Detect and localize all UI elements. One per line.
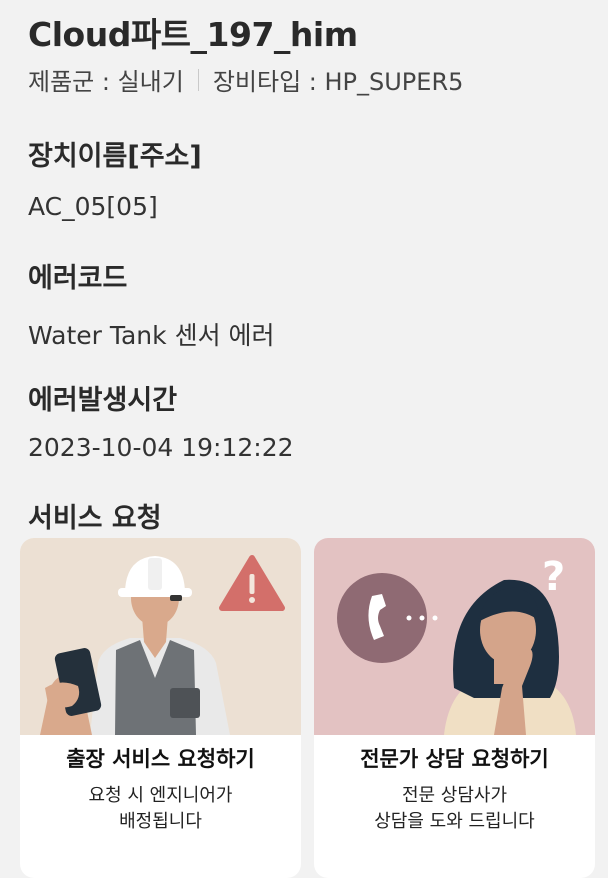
- expert-consult-subtitle-line1: 전문 상담사가: [401, 785, 508, 806]
- expert-consult-title: 전문가 상담 요청하기: [360, 747, 549, 771]
- error-code-label: 에러코드: [28, 263, 128, 294]
- error-code-value: Water Tank 센서 에러: [28, 321, 275, 350]
- onsite-service-subtitle: 요청 시 엔지니어가 배정됩니다: [20, 783, 301, 835]
- onsite-service-subtitle-line1: 요청 시 엔지니어가: [88, 785, 233, 806]
- equipment-type: 장비타입 : HP_SUPER5: [212, 68, 464, 96]
- onsite-service-card[interactable]: 출장 서비스 요청하기 요청 시 엔지니어가 배정됩니다: [20, 538, 301, 878]
- device-title: Cloud파트_197_him: [28, 15, 358, 54]
- expert-consult-subtitle-line2: 상담을 도와 드립니다: [374, 811, 535, 832]
- device-meta: 제품군 : 실내기 장비타입 : HP_SUPER5: [28, 62, 463, 97]
- device-name-label: 장치이름[주소]: [28, 141, 202, 172]
- product-group: 제품군 : 실내기: [28, 68, 184, 96]
- error-time-value: 2023-10-04 19:12:22: [28, 433, 294, 462]
- svg-text:?: ?: [542, 554, 565, 600]
- expert-consult-subtitle: 전문 상담사가 상담을 도와 드립니다: [314, 783, 595, 835]
- device-name-value: AC_05[05]: [28, 192, 158, 221]
- meta-divider: [197, 68, 199, 91]
- onsite-service-subtitle-line2: 배정됩니다: [119, 811, 202, 832]
- error-time-label: 에러발생시간: [28, 385, 178, 416]
- service-section-label: 서비스 요청: [28, 503, 162, 534]
- engineer-warning-icon: [20, 538, 301, 735]
- phone-consultant-icon: ?: [314, 538, 595, 735]
- onsite-service-title: 출장 서비스 요청하기: [66, 747, 255, 771]
- expert-consult-card[interactable]: ? 전문가 상담 요청하기 전문 상담사가 상담을 도와 드립니다: [314, 538, 595, 878]
